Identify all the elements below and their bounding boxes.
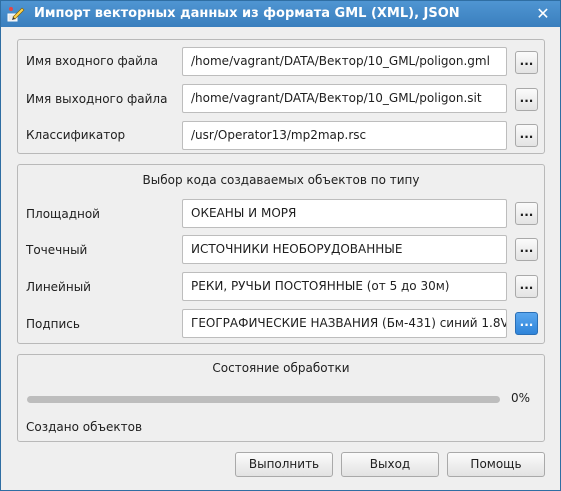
title-bar[interactable]: Импорт векторных данных из формата GML (… <box>1 1 560 27</box>
input-file-label: Имя входного файла <box>26 54 158 68</box>
run-button[interactable]: Выполнить <box>235 452 333 477</box>
caption-code-browse-button[interactable]: ... <box>515 312 538 335</box>
output-file-browse-button[interactable]: ... <box>515 88 538 111</box>
point-code-label: Точечный <box>26 243 88 257</box>
window-title: Импорт векторных данных из формата GML (… <box>34 6 460 21</box>
point-code-browse-button[interactable]: ... <box>515 238 538 261</box>
input-file-browse-button[interactable]: ... <box>515 51 538 74</box>
processing-status-title: Состояние обработки <box>212 361 350 375</box>
linear-code-label: Линейный <box>26 280 91 294</box>
app-pen-icon <box>7 7 25 22</box>
help-button[interactable]: Помощь <box>447 452 545 477</box>
progress-bar <box>27 396 500 403</box>
exit-button[interactable]: Выход <box>341 452 439 477</box>
files-group: Имя входного файла /home/vagrant/DATA/Ве… <box>17 39 545 154</box>
input-file-field[interactable]: /home/vagrant/DATA/Вектор/10_GML/poligon… <box>182 47 507 76</box>
area-code-label: Площадной <box>26 207 100 221</box>
output-file-field[interactable]: /home/vagrant/DATA/Вектор/10_GML/poligon… <box>182 84 507 113</box>
linear-code-browse-button[interactable]: ... <box>515 275 538 298</box>
import-dialog: Импорт векторных данных из формата GML (… <box>0 0 561 491</box>
processing-status-group: Состояние обработки 0% Создано объектов <box>17 354 545 442</box>
point-code-field[interactable]: ИСТОЧНИКИ НЕОБОРУДОВАННЫЕ <box>182 235 507 264</box>
area-code-field[interactable]: ОКЕАНЫ И МОРЯ <box>182 199 507 228</box>
classifier-browse-button[interactable]: ... <box>515 124 538 147</box>
area-code-browse-button[interactable]: ... <box>515 202 538 225</box>
classifier-field[interactable]: /usr/Operator13/mp2map.rsc <box>182 121 507 150</box>
object-codes-group: Выбор кода создаваемых объектов по типу … <box>17 164 545 344</box>
object-codes-title: Выбор кода создаваемых объектов по типу <box>142 173 420 187</box>
progress-percent: 0% <box>511 391 531 405</box>
close-icon[interactable]: ✕ <box>534 5 552 23</box>
classifier-label: Классификатор <box>26 128 126 142</box>
linear-code-field[interactable]: РЕКИ, РУЧЬИ ПОСТОЯННЫЕ (от 5 до 30м) <box>182 272 507 301</box>
created-objects-label: Создано объектов <box>26 420 143 434</box>
output-file-label: Имя выходного файла <box>26 92 168 106</box>
caption-code-label: Подпись <box>26 317 80 331</box>
caption-code-field[interactable]: ГЕОГРАФИЧЕСКИЕ НАЗВАНИЯ (Бм-431) синий 1… <box>182 309 507 338</box>
